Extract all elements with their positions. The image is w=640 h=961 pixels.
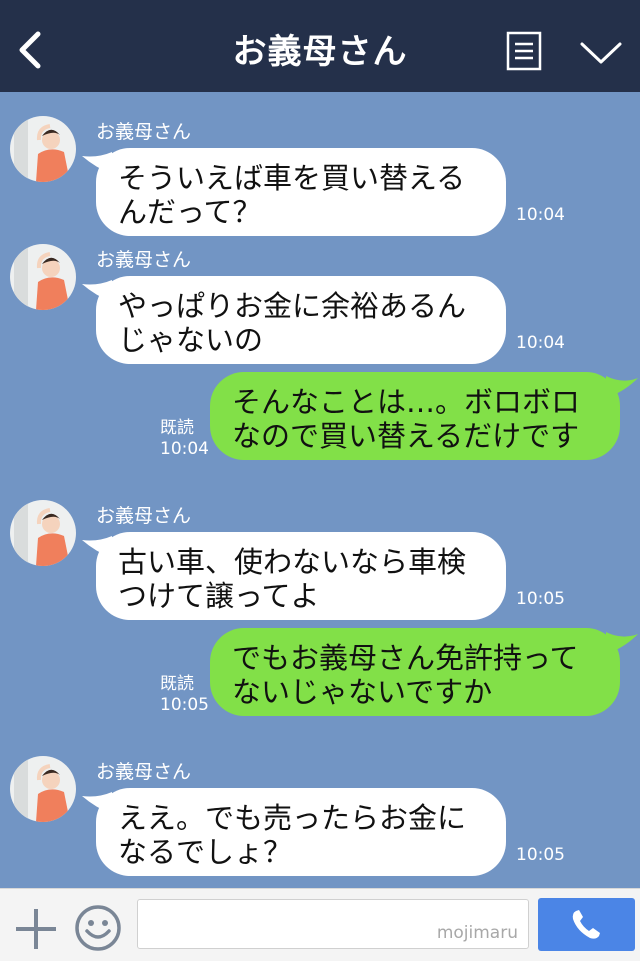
read-receipt: 既読 10:04 <box>160 418 209 460</box>
message-time: 10:04 <box>516 205 565 225</box>
outgoing-bubble[interactable]: でもお義母さん免許持って ないじゃないですか <box>210 628 620 716</box>
message-line: でもお義母さん免許持って <box>232 641 579 675</box>
sender-name: お義母さん <box>96 761 192 783</box>
incoming-bubble[interactable]: 古い車、使わないなら車検 つけて譲ってよ <box>96 532 506 620</box>
message-line: つけて譲ってよ <box>118 579 320 613</box>
menu-list-icon[interactable] <box>506 31 542 71</box>
chevron-down-icon[interactable] <box>578 38 624 68</box>
chat-title: お義母さん <box>232 32 408 72</box>
smiley-icon[interactable] <box>74 904 122 952</box>
header-bar: お義母さん <box>0 0 640 92</box>
incoming-bubble[interactable]: ええ。でも売ったらお金に なるでしょ？ <box>96 788 506 876</box>
bubble-tail <box>606 632 638 654</box>
avatar-icon[interactable] <box>10 756 76 822</box>
avatar-icon[interactable] <box>10 116 76 182</box>
message-line: 古い車、使わないなら車検 <box>118 545 467 579</box>
read-label: 既読 <box>160 418 194 438</box>
message-time: 10:04 <box>516 333 565 353</box>
chat-screen: お義母さん お義母さん そういえば車を買い替える んだって？ 10:04 お義母… <box>0 0 640 961</box>
message-line: そんなことは…。ボロボロ <box>232 385 581 419</box>
phone-icon <box>572 910 600 939</box>
message-input-box[interactable]: mojimaru <box>137 899 529 949</box>
message-time: 10:04 <box>160 439 209 459</box>
message-line: なるでしょ？ <box>118 835 293 869</box>
outgoing-bubble[interactable]: そんなことは…。ボロボロ なので買い替えるだけです <box>210 372 620 460</box>
incoming-bubble[interactable]: やっぱりお金に余裕あるん じゃないの <box>96 276 506 364</box>
read-receipt: 既読 10:05 <box>160 674 209 716</box>
message-time: 10:05 <box>516 845 565 865</box>
sender-name: お義母さん <box>96 505 192 527</box>
avatar-icon[interactable] <box>10 500 76 566</box>
watermark: mojimaru <box>436 923 518 943</box>
message-line: なので買い替えるだけです <box>232 419 580 453</box>
message-line: やっぱりお金に余裕あるん <box>118 289 467 323</box>
plus-icon[interactable] <box>14 907 58 951</box>
input-bar: mojimaru <box>0 888 640 961</box>
avatar-icon[interactable] <box>10 244 76 310</box>
message-list[interactable]: お義母さん そういえば車を買い替える んだって？ 10:04 お義母さん やっぱ… <box>0 92 640 888</box>
message-line: ええ。でも売ったらお金に <box>118 801 467 835</box>
message-time: 10:05 <box>160 695 209 715</box>
sender-name: お義母さん <box>96 249 192 271</box>
call-button[interactable] <box>538 898 635 951</box>
sender-name: お義母さん <box>96 121 192 143</box>
incoming-bubble[interactable]: そういえば車を買い替える んだって？ <box>96 148 506 236</box>
message-line: じゃないの <box>118 323 264 357</box>
message-time: 10:05 <box>516 589 565 609</box>
read-label: 既読 <box>160 674 194 694</box>
message-line: そういえば車を買い替える <box>118 161 466 195</box>
message-line: んだって？ <box>118 195 262 229</box>
bubble-tail <box>606 376 638 398</box>
message-line: ないじゃないですか <box>232 675 493 709</box>
